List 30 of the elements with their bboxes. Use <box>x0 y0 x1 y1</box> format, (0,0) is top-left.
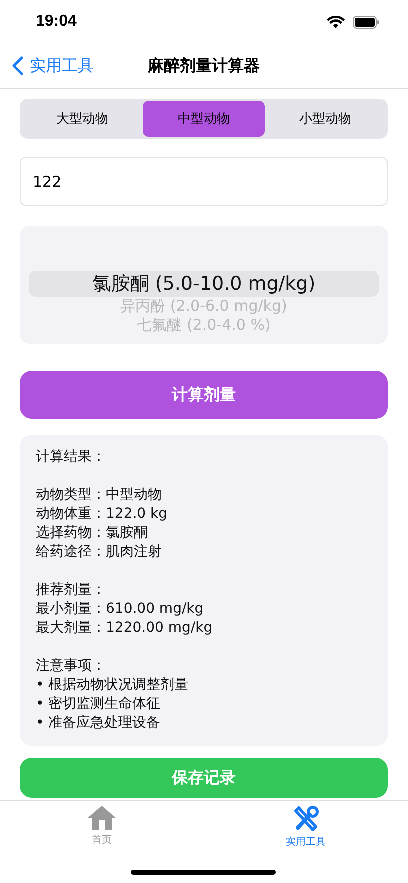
result-text: 选择药物：氯胺酮 <box>36 524 148 543</box>
result-text: 动物类型：中型动物 <box>36 486 162 505</box>
wifi-icon <box>327 16 345 28</box>
result-text: • 根据动物状况调整剂量 <box>36 676 189 695</box>
screen-title: 麻醉剂量计算器 <box>148 56 260 76</box>
result-text: • 密切监测生命体征 <box>36 695 161 714</box>
result-text: • 准备应急处理设备 <box>36 714 161 733</box>
calculate-button[interactable]: 计算剂量 <box>20 371 388 419</box>
back-button[interactable]: 实用工具 <box>0 56 94 76</box>
result-text: 推荐剂量： <box>36 581 106 600</box>
result-text: 计算结果： <box>36 448 106 467</box>
save-button[interactable]: 保存记录 <box>20 758 388 798</box>
result-text: 给药途径：肌肉注射 <box>36 543 162 562</box>
tools-icon <box>292 805 320 833</box>
tab-bar-item[interactable]: 实用工具 <box>204 805 408 849</box>
segment-tab[interactable]: 中型动物 <box>143 101 265 137</box>
home-icon <box>87 805 117 831</box>
picker-option[interactable]: 氯胺酮 (5.0-10.0 mg/kg) <box>29 271 379 297</box>
segment-tab[interactable]: 小型动物 <box>264 101 386 137</box>
result-text: 注意事项： <box>36 657 106 676</box>
tab-bar-item[interactable]: 首页 <box>0 805 204 847</box>
segment-tab[interactable]: 大型动物 <box>22 101 144 137</box>
result-text: 动物体重：122.0 kg <box>36 505 168 524</box>
drug-picker[interactable]: 氯胺酮 (5.0-10.0 mg/kg) 异丙酚 (2.0-6.0 mg/kg) 七氟醚 (2.0-4.0 %) <box>20 226 388 344</box>
battery-icon <box>353 16 380 28</box>
result-text: 最大剂量：1220.00 mg/kg <box>36 619 213 638</box>
result-text: 最小剂量：610.00 mg/kg <box>36 600 204 619</box>
weight-field[interactable]: 122 <box>20 157 388 206</box>
status-time: 19:04 <box>36 13 77 31</box>
back-chevron-icon[interactable] <box>12 56 24 76</box>
